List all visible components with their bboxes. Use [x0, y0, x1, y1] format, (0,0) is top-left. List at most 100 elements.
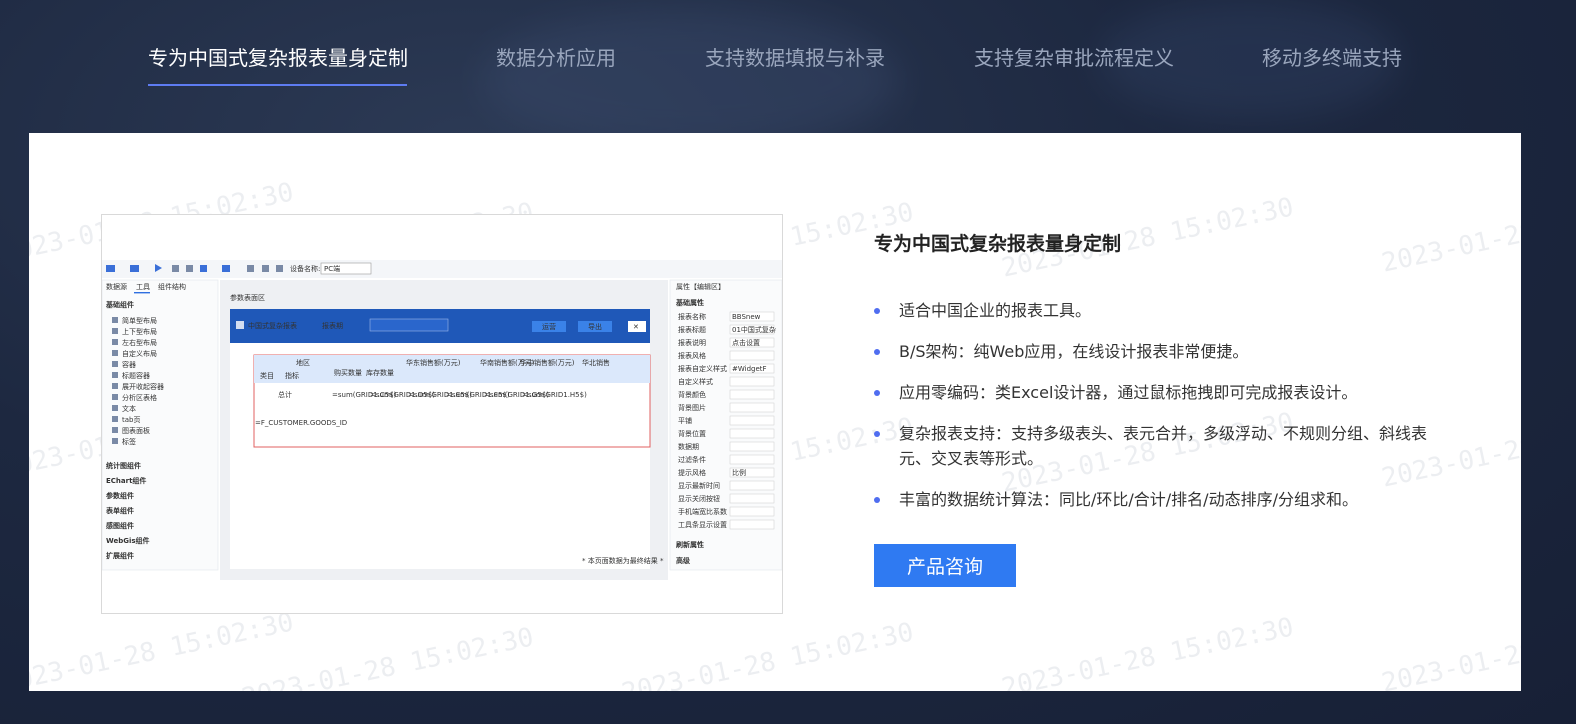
report-designer-mock: 设备名称: PC端 数据源 工具 组件结构 基础组件 简单型布局上下型布局左右型…: [102, 260, 782, 580]
widget-icon: [112, 350, 118, 356]
property-label: 报表自定义样式: [678, 364, 727, 373]
left-item-label: 简单型布局: [122, 316, 157, 325]
feature-item: 应用零编码：类Excel设计器，通过鼠标拖拽即可完成报表设计。: [874, 380, 1434, 405]
widget-icon: [112, 383, 118, 389]
feature-tabs: 专为中国式复杂报表量身定制 数据分析应用 支持数据填报与补录 支持复杂审批流程定…: [0, 0, 1576, 110]
watermark: 2023-01-28 15:02:30: [999, 612, 1297, 691]
property-input: [729, 506, 775, 517]
feature-item: 适合中国企业的报表工具。: [874, 298, 1434, 323]
property-label: 手机端宽比系数: [678, 507, 727, 516]
property-label: 报表标题: [678, 325, 706, 334]
left-item-label: 展开收起容器: [122, 382, 164, 391]
widget-icon: [112, 328, 118, 334]
right-group-refresh[interactable]: 刷新属性: [675, 540, 704, 549]
property-input: [729, 402, 775, 413]
right-section-title: 基础属性: [675, 298, 704, 307]
report-param-input[interactable]: [369, 318, 449, 332]
property-label: 提示风格: [678, 468, 706, 477]
property-input: [729, 454, 775, 465]
left-item-label: 上下型布局: [122, 327, 157, 336]
watermark: 2023-01-28 15:02:30: [619, 617, 917, 691]
feature-item: 复杂报表支持：支持多级表头、表元合并，多级浮动、不规则分组、斜线表元、交叉表等形…: [874, 421, 1434, 471]
table-cell: 总计: [278, 390, 292, 399]
property-label: 显示关闭按钮: [678, 494, 720, 503]
property-value: 01中国式复杂: [732, 325, 776, 334]
left-tab-structure[interactable]: 组件结构: [158, 282, 186, 291]
widget-icon: [112, 405, 118, 411]
left-item-label: 文本: [122, 404, 136, 413]
table-header-cell: 华东销售额(万元): [406, 358, 461, 367]
property-input: [729, 480, 775, 491]
left-item-label: 左右型布局: [122, 338, 157, 347]
table-cell: =sum(GRID1.H5$): [522, 391, 587, 399]
device-select-value: PC端: [324, 264, 340, 273]
content-card: 2023-01-28 15:02:30 2023-01-28 15:02:30 …: [29, 133, 1521, 691]
table-header-cell: 华中销售额(万元): [520, 358, 575, 367]
feature-item: 丰富的数据统计算法：同比/环比/合计/排名/动态排序/分组求和。: [874, 487, 1434, 512]
left-group-label: 表单组件: [105, 506, 134, 515]
left-tab-datasource[interactable]: 数据源: [106, 282, 127, 291]
canvas-caption: 参数表面区: [230, 293, 265, 302]
report-title: 中国式复杂报表: [248, 321, 297, 330]
table-header-cell: 库存数量: [366, 368, 394, 377]
tab-mobile-support[interactable]: 移动多终端支持: [1262, 42, 1402, 71]
property-input: [729, 389, 775, 400]
property-label: 过滤条件: [678, 455, 706, 464]
tab-approval-workflow[interactable]: 支持复杂审批流程定义: [974, 42, 1174, 71]
property-value: #WidgetF: [732, 365, 767, 373]
tab-data-entry[interactable]: 支持数据填报与补录: [705, 42, 885, 71]
watermark: 2023-01-28 15:02:30: [1379, 187, 1521, 279]
property-input: [729, 350, 775, 361]
widget-icon: [112, 361, 118, 367]
widget-icon: [112, 394, 118, 400]
table-header-cell: 华北销售: [582, 358, 610, 367]
report-icon: [236, 321, 244, 329]
property-input: [729, 415, 775, 426]
widget-icon: [112, 372, 118, 378]
widget-icon: [112, 416, 118, 422]
device-label: 设备名称:: [290, 264, 320, 273]
tab-chinese-reports[interactable]: 专为中国式复杂报表量身定制: [148, 42, 408, 71]
panel-title: 专为中国式复杂报表量身定制: [874, 233, 1122, 255]
widget-icon: [112, 427, 118, 433]
property-value: 点击设置: [732, 338, 760, 347]
table-footer: * 本页面数据为最终结果 *: [582, 556, 664, 565]
widget-icon: [112, 438, 118, 444]
property-label: 平铺: [678, 416, 692, 425]
product-consult-button[interactable]: 产品咨询: [874, 544, 1016, 587]
left-group-label: EChart组件: [106, 476, 146, 485]
property-input: [729, 493, 775, 504]
left-item-label: 容器: [122, 360, 136, 369]
property-value: 比例: [732, 468, 746, 477]
left-tab-indicator: [134, 292, 150, 294]
close-icon: ✕: [633, 323, 639, 331]
feature-list: 适合中国企业的报表工具。 B/S架构：纯Web应用，在线设计报表非常便捷。 应用…: [874, 298, 1434, 528]
property-label: 背景颜色: [678, 390, 706, 399]
product-screenshot: 设备名称: PC端 数据源 工具 组件结构 基础组件 简单型布局上下型布局左右型…: [101, 214, 783, 614]
left-item-label: 标签: [122, 437, 136, 446]
table-header-cell: 地区: [296, 358, 310, 367]
property-input: [729, 519, 775, 530]
left-group-label: 统计图组件: [106, 461, 141, 470]
right-group-advanced[interactable]: 高级: [676, 556, 691, 565]
left-group-label: 参数组件: [106, 491, 134, 500]
property-input: [729, 441, 775, 452]
tab-data-analysis[interactable]: 数据分析应用: [496, 42, 616, 71]
property-label: 报表风格: [678, 351, 706, 360]
left-section-title: 基础组件: [105, 300, 134, 309]
property-label: 报表名称: [678, 312, 706, 321]
left-tab-tools[interactable]: 工具: [136, 283, 150, 291]
left-item-label: 分析区表格: [122, 393, 157, 402]
left-item-label: tab页: [122, 416, 140, 424]
report-query-label: 运营: [542, 322, 556, 331]
property-label: 工具条显示设置: [678, 520, 727, 529]
right-panel-title: 属性【编辑区】: [676, 282, 725, 291]
property-label: 自定义样式: [678, 377, 713, 386]
property-label: 背景图片: [678, 403, 706, 412]
report-export-label: 导出: [588, 322, 602, 331]
watermark: 2023-01-28 15:02:30: [29, 607, 297, 691]
left-item-label: 图表面板: [122, 426, 150, 435]
widget-icon: [112, 317, 118, 323]
left-item-label: 标题容器: [122, 371, 150, 380]
left-group-label: 感图组件: [106, 521, 134, 530]
